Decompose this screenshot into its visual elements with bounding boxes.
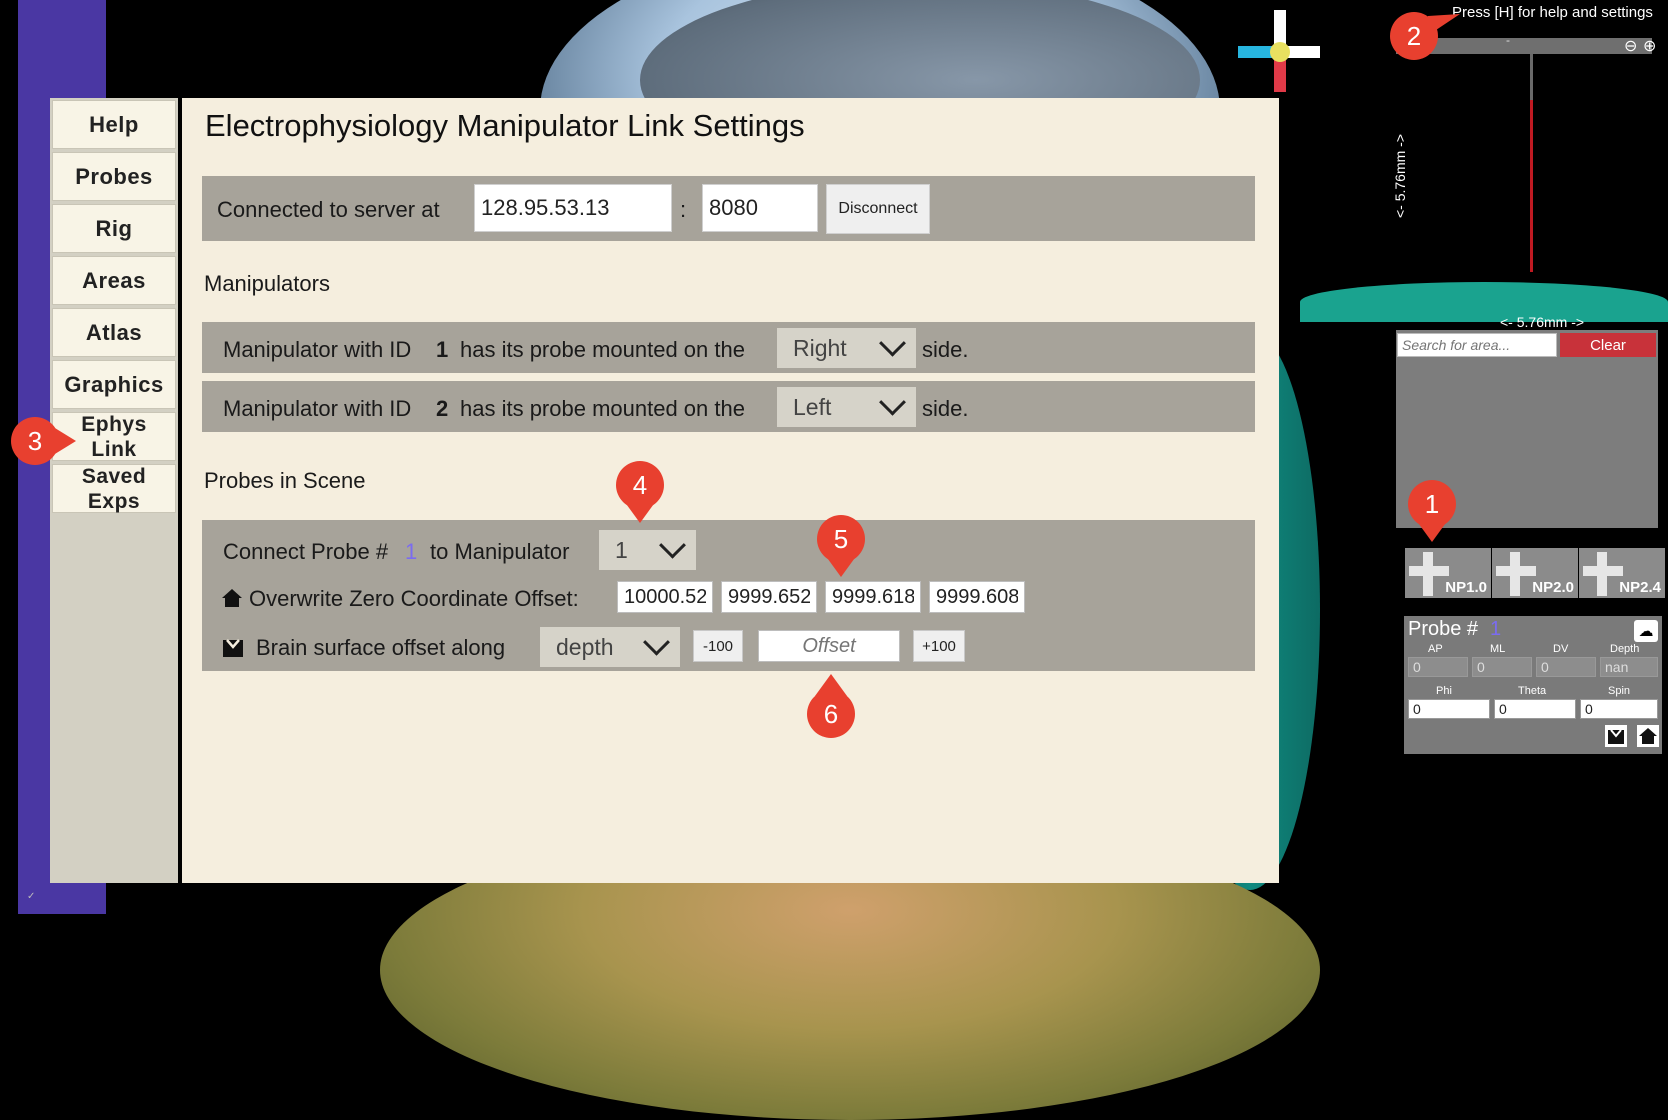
zero-offset-depth-field[interactable] (929, 581, 1025, 613)
ap-field[interactable] (1408, 657, 1468, 677)
annotation-tail (50, 425, 76, 457)
coord-label: Depth (1610, 643, 1640, 655)
sidebar-item-graphics[interactable]: Graphics (52, 360, 176, 409)
angle-label: Phi (1436, 685, 1452, 697)
annotation-tail (1416, 520, 1448, 542)
sidebar-item-rig[interactable]: Rig (52, 204, 176, 253)
probe-info-number: 1 (1490, 618, 1502, 640)
coord-label: ML (1490, 643, 1506, 655)
connect-suffix: to Manipulator (430, 539, 570, 564)
plus-100-button[interactable]: +100 (913, 630, 965, 662)
zero-offset-dv-field[interactable] (825, 581, 921, 613)
probe-type-np1-button[interactable]: NP1.0 (1405, 548, 1491, 598)
manipulator-id: 2 (436, 396, 449, 421)
probe-number: 1 (405, 539, 418, 564)
brain-surface-icon (223, 639, 243, 657)
annotation-tail (815, 674, 847, 696)
zoom-out-icon[interactable]: ⊖ (1624, 36, 1637, 56)
annotation-tail (825, 555, 857, 577)
annotation-tail (624, 501, 656, 523)
scale-line-red (1530, 100, 1533, 272)
minus-100-button[interactable]: -100 (693, 630, 743, 662)
probe-type-np24-button[interactable]: NP2.4 (1579, 548, 1665, 598)
angle-label: Theta (1518, 685, 1547, 697)
annotation-tail (1424, 14, 1460, 38)
coord-label: DV (1553, 643, 1569, 655)
sidebar-item-atlas[interactable]: Atlas (52, 308, 176, 357)
probe-type-label: NP1.0 (1445, 579, 1487, 596)
manipulator-suffix: side. (922, 396, 969, 421)
chevron-down-icon (643, 628, 670, 656)
manipulator-suffix: side. (922, 337, 969, 362)
manipulator-mid: has its probe mounted on the (460, 396, 745, 421)
disconnect-button[interactable]: Disconnect (826, 184, 930, 234)
server-port-field[interactable] (702, 184, 818, 232)
home-icon[interactable] (1636, 724, 1660, 748)
zero-offset-ap-field[interactable] (617, 581, 713, 613)
zero-offset-ml-field[interactable] (721, 581, 817, 613)
probe-type-np2-button[interactable]: NP2.0 (1492, 548, 1578, 598)
annotation-marker: 6 (807, 690, 855, 738)
cloud-download-icon[interactable]: ☁ (1634, 620, 1658, 642)
clear-button[interactable]: Clear (1560, 333, 1656, 357)
chevron-down-icon (659, 531, 686, 559)
sidebar-item-probes[interactable]: Probes (52, 152, 176, 201)
axis-dropdown[interactable]: depth (540, 627, 680, 667)
brain-surface-label: Brain surface offset along (256, 635, 506, 660)
manipulator-prefix: Manipulator with ID (223, 396, 412, 421)
angle-label: Spin (1608, 685, 1631, 697)
scale-tick: - (1506, 33, 1510, 47)
brain-render-teal (1300, 282, 1668, 322)
depth-field[interactable] (1600, 657, 1658, 677)
area-search-input[interactable] (1397, 333, 1557, 357)
sidebar-item-areas[interactable]: Areas (52, 256, 176, 305)
probe-title: Probe # (1408, 618, 1479, 640)
probes-heading: Probes in Scene (204, 468, 366, 493)
zero-offset-label: Overwrite Zero Coordinate Offset: (249, 586, 579, 611)
dv-field[interactable] (1536, 657, 1596, 677)
axis-gizmo[interactable] (1238, 10, 1320, 92)
server-ip-field[interactable] (474, 184, 672, 232)
manipulator-select-dropdown[interactable]: 1 (599, 530, 696, 570)
probe-type-label: NP2.0 (1532, 579, 1574, 596)
rail-corner-mark: ✓ (27, 891, 36, 902)
home-icon (222, 589, 242, 607)
sidebar-item-help[interactable]: Help (52, 100, 176, 149)
chevron-down-icon (879, 329, 906, 357)
server-separator: : (680, 197, 687, 222)
scale-line-gray (1530, 54, 1533, 100)
chevron-down-icon (879, 388, 906, 416)
help-hint: Press [H] for help and settings (1452, 4, 1653, 21)
probe-type-label: NP2.4 (1619, 579, 1661, 596)
spin-field[interactable] (1580, 699, 1658, 719)
manipulator-prefix: Manipulator with ID (223, 337, 412, 362)
side-dropdown[interactable]: Left (777, 387, 916, 427)
ml-field[interactable] (1472, 657, 1532, 677)
sidebar-item-saved-exps[interactable]: Saved Exps (52, 464, 176, 513)
manipulators-heading: Manipulators (204, 271, 330, 296)
coord-label: AP (1428, 643, 1443, 655)
side-dropdown[interactable]: Right (777, 328, 916, 368)
zoom-in-icon[interactable]: ⊕ (1643, 36, 1656, 56)
theta-field[interactable] (1494, 699, 1576, 719)
brain-offset-field[interactable] (758, 630, 900, 662)
brain-surface-icon[interactable] (1604, 724, 1628, 748)
phi-field[interactable] (1408, 699, 1490, 719)
page-title: Electrophysiology Manipulator Link Setti… (205, 108, 805, 143)
server-label: Connected to server at (217, 197, 440, 222)
horizontal-scale-label: <- 5.76mm -> (1500, 314, 1585, 330)
vertical-scale-label: <- 5.76mm -> (1392, 133, 1408, 219)
manipulator-id: 1 (436, 337, 449, 362)
connect-prefix: Connect Probe # (223, 539, 389, 564)
manipulator-mid: has its probe mounted on the (460, 337, 745, 362)
